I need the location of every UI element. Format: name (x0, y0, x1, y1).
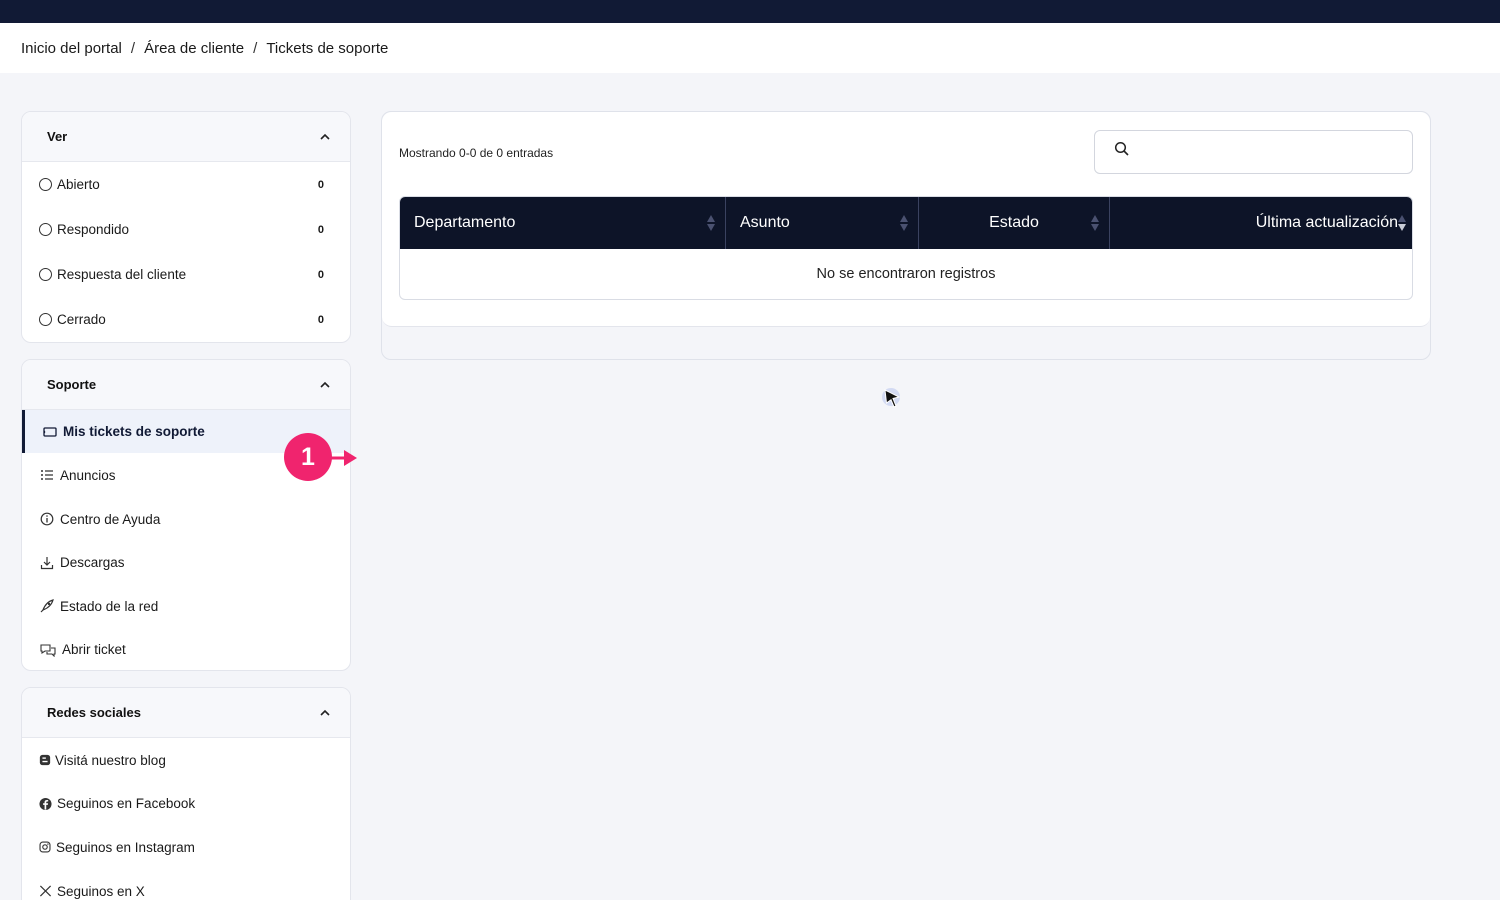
column-header-label: Estado (989, 214, 1039, 231)
sidebar-item-help-center[interactable]: Centro de Ayuda (22, 497, 350, 541)
filter-count: 0 (317, 313, 324, 326)
filter-label: Abierto (57, 177, 100, 192)
filter-count: 0 (317, 178, 324, 191)
support-panel: Soporte Mis tickets de soporte Anuncios … (21, 359, 351, 671)
sort-icon[interactable] (1090, 213, 1100, 233)
sidebar-item-label: Abrir ticket (62, 642, 126, 657)
mouse-cursor-icon (882, 388, 901, 408)
social-item-label: Visitá nuestro blog (55, 752, 166, 768)
info-icon (40, 512, 54, 526)
table-header: Departamento Asunto Estado Última actual… (400, 197, 1412, 249)
search-icon (1114, 141, 1129, 156)
download-icon (40, 556, 54, 569)
social-panel-header[interactable]: Redes sociales (22, 688, 350, 738)
column-header-department[interactable]: Departamento (400, 197, 726, 249)
chevron-up-icon[interactable] (320, 380, 330, 390)
radio-icon[interactable] (39, 313, 52, 326)
tickets-table: Departamento Asunto Estado Última actual… (399, 196, 1413, 300)
arrow-right-icon (330, 450, 357, 466)
sort-icon[interactable] (1397, 213, 1407, 233)
column-header-label: Departamento (414, 214, 516, 231)
breadcrumb: Inicio del portal / Área de cliente / Ti… (0, 23, 1500, 73)
filter-label: Respondido (57, 222, 130, 237)
filter-label: Cerrado (57, 312, 106, 327)
blogger-icon (39, 754, 51, 766)
view-panel-title: Ver (47, 129, 68, 144)
column-header-status[interactable]: Estado (919, 197, 1110, 249)
chat-icon (40, 643, 56, 657)
list-icon (41, 470, 53, 480)
sidebar-item-downloads[interactable]: Descargas (22, 541, 350, 584)
chevron-up-icon[interactable] (320, 132, 330, 142)
social-item-label: Seguinos en Instagram (56, 839, 195, 855)
step-badge: 1 (284, 433, 332, 481)
sidebar-item-label: Descargas (60, 555, 125, 570)
ticket-icon (43, 426, 57, 437)
breadcrumb-separator: / (130, 39, 136, 57)
filter-customer-reply[interactable]: Respuesta del cliente 0 (22, 252, 350, 297)
rocket-icon (40, 599, 54, 613)
sidebar-item-label: Anuncios (60, 467, 116, 483)
view-panel-header[interactable]: Ver (22, 112, 350, 162)
social-item-label: Seguinos en Facebook (57, 796, 196, 811)
sort-icon[interactable] (706, 213, 716, 233)
breadcrumb-client-area[interactable]: Área de cliente (144, 40, 244, 57)
radio-icon[interactable] (39, 268, 52, 281)
sidebar-item-network-status[interactable]: Estado de la red (22, 584, 350, 628)
social-item-x[interactable]: Seguinos en X (22, 869, 350, 900)
x-icon (39, 885, 52, 897)
empty-state: No se encontraron registros (816, 266, 996, 282)
chevron-up-icon[interactable] (320, 708, 330, 718)
breadcrumb-separator: / (253, 39, 258, 57)
sidebar-item-label: Centro de Ayuda (60, 511, 161, 527)
search-input[interactable] (1139, 139, 1399, 165)
social-panel: Redes sociales Visitá nuestro blog Segui… (21, 687, 351, 900)
support-panel-header[interactable]: Soporte (22, 360, 350, 410)
tickets-card: Mostrando 0-0 de 0 entradas Departamento… (381, 111, 1431, 360)
sort-icon[interactable] (899, 213, 909, 233)
filter-open[interactable]: Abierto 0 (22, 162, 350, 207)
column-header-subject[interactable]: Asunto (726, 197, 919, 249)
support-panel-title: Soporte (47, 377, 97, 392)
social-item-facebook[interactable]: Seguinos en Facebook (22, 782, 350, 825)
breadcrumb-home[interactable]: Inicio del portal (21, 40, 122, 57)
sidebar-item-open-ticket[interactable]: Abrir ticket (22, 628, 350, 670)
filter-closed[interactable]: Cerrado 0 (22, 297, 350, 342)
column-header-last-updated[interactable]: Última actualización (1110, 197, 1412, 249)
social-item-label: Seguinos en X (57, 883, 145, 899)
instagram-icon (39, 841, 51, 853)
filter-count: 0 (317, 268, 324, 281)
column-header-label: Asunto (740, 214, 790, 231)
filter-count: 0 (317, 223, 324, 236)
social-item-blog[interactable]: Visitá nuestro blog (22, 738, 350, 782)
radio-icon[interactable] (39, 223, 52, 236)
filter-label: Respuesta del cliente (57, 267, 187, 282)
top-bar (0, 0, 1500, 23)
breadcrumb-current: Tickets de soporte (266, 39, 389, 57)
filter-answered[interactable]: Respondido 0 (22, 207, 350, 252)
sidebar-item-label: Estado de la red (60, 598, 159, 614)
social-item-instagram[interactable]: Seguinos en Instagram (22, 825, 350, 869)
social-panel-title: Redes sociales (47, 705, 141, 720)
view-filter-panel: Ver Abierto 0 Respondido 0 Respuesta del… (21, 111, 351, 343)
tickets-card-body: Mostrando 0-0 de 0 entradas Departamento… (382, 112, 1430, 327)
facebook-icon (39, 797, 52, 810)
column-header-label: Última actualización (1255, 214, 1398, 231)
entries-info: Mostrando 0-0 de 0 entradas (399, 146, 554, 160)
sidebar-item-label: Mis tickets de soporte (63, 424, 205, 439)
search-box[interactable] (1094, 130, 1413, 174)
radio-icon[interactable] (39, 178, 52, 191)
